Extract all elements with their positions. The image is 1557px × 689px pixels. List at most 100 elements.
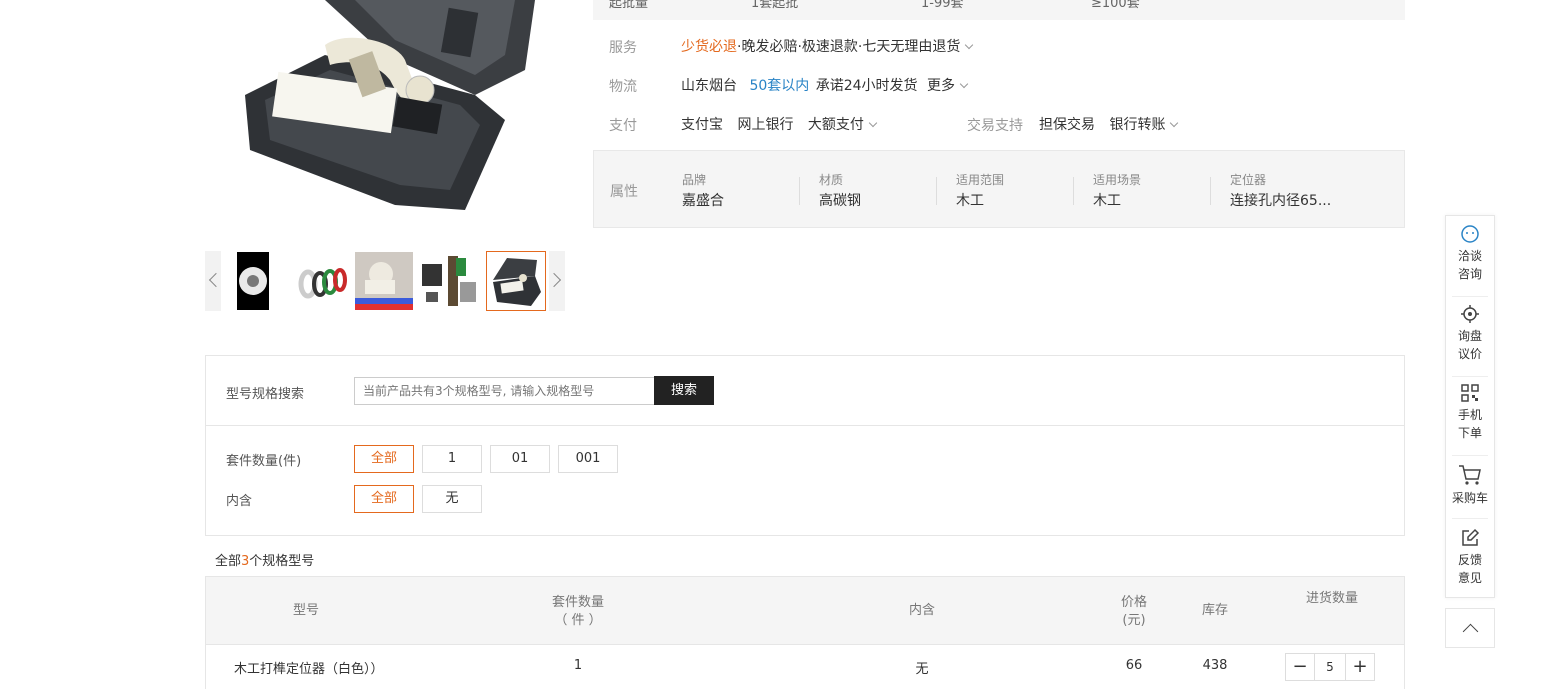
row-price: 66 — [1125, 658, 1143, 673]
include-filter-label: 内含 — [226, 494, 253, 509]
thumbnail[interactable] — [419, 251, 479, 311]
edit-icon — [1462, 528, 1480, 546]
header-price: 价格 (元) — [1109, 594, 1159, 630]
count-prefix: 全部 — [215, 554, 242, 569]
qty-filter-label: 套件数量(件) — [226, 454, 302, 469]
qrcode-icon — [1461, 384, 1479, 402]
tool-case-image — [205, 0, 565, 230]
thumbnail-image — [355, 252, 413, 310]
trade-method: 担保交易 — [1039, 117, 1095, 133]
service-item: ·极速退款 — [797, 39, 858, 55]
arrow-up-icon — [1462, 623, 1479, 640]
thumb-next-button[interactable] — [546, 251, 565, 311]
thumbnail[interactable] — [224, 251, 284, 311]
divider — [799, 177, 800, 205]
qty-option[interactable]: 001 — [558, 445, 618, 473]
payment-label: 支付 — [609, 118, 637, 134]
toolbar-label: 手机 — [1457, 408, 1482, 422]
qty-option-all[interactable]: 全部 — [354, 445, 414, 473]
divider — [1073, 177, 1074, 205]
trade-methods: 担保交易 银行转账 — [1039, 114, 1179, 134]
thumbnail-image — [225, 252, 283, 310]
attribute-scene: 适用场景 木工 — [1093, 171, 1141, 211]
thumbnail-selected[interactable] — [486, 251, 546, 311]
attribute-material: 材质 高碳钢 — [819, 171, 861, 211]
quantity-input[interactable]: 5 — [1314, 654, 1346, 680]
thumbnail-image — [487, 252, 545, 310]
service-list[interactable]: 少货必退·晚发必赔·极速退款·七天无理由退货 — [681, 36, 974, 56]
spec-search-input[interactable] — [354, 377, 654, 405]
chevron-down-icon — [1170, 118, 1179, 128]
chevron-left-icon — [208, 272, 224, 288]
back-to-top-button[interactable] — [1445, 608, 1495, 648]
mobile-order-button[interactable]: 手机 下单 — [1446, 383, 1494, 442]
plus-button[interactable]: + — [1346, 654, 1374, 680]
min-order-label: 起批量 — [609, 0, 649, 11]
spec-search-button[interactable]: 搜索 — [654, 376, 714, 405]
attribute-value: 高碳钢 — [819, 193, 861, 209]
header-price-line2: (元) — [1122, 613, 1146, 628]
chevron-down-icon — [959, 79, 969, 89]
toolbar-label: 下单 — [1457, 426, 1482, 440]
qty-option[interactable]: 1 — [422, 445, 482, 473]
attribute-key: 品牌 — [682, 173, 707, 187]
attribute-key: 定位器 — [1230, 173, 1267, 187]
toolbar-label: 咨询 — [1457, 267, 1482, 281]
attributes-label: 属性 — [610, 184, 638, 200]
trade-method-dropdown[interactable]: 银行转账 — [1109, 117, 1165, 133]
feedback-button[interactable]: 反馈 意见 — [1446, 528, 1494, 587]
thumbnail-image — [420, 252, 478, 310]
qty-option[interactable]: 01 — [490, 445, 550, 473]
divider — [1452, 296, 1488, 297]
header-price-line1: 价格 — [1120, 595, 1147, 610]
trade-support-label: 交易支持 — [967, 118, 1023, 134]
chat-consult-button[interactable]: 洽谈 咨询 — [1446, 224, 1494, 283]
divider — [1452, 376, 1488, 377]
header-model: 型号 — [292, 603, 319, 618]
header-stock: 库存 — [1201, 603, 1228, 618]
toolbar-label: 询盘 — [1457, 329, 1482, 343]
logistics-more-link[interactable]: 更多 — [927, 78, 955, 94]
thumbnail[interactable] — [354, 251, 414, 311]
payment-method-dropdown[interactable]: 大额支付 — [808, 117, 864, 133]
cart-icon — [1459, 465, 1481, 485]
main-product-image[interactable] — [205, 0, 565, 230]
purchase-cart-button[interactable]: 采购车 — [1446, 464, 1494, 507]
toolbar-label: 反馈 — [1457, 553, 1482, 567]
thumbnail-image — [290, 252, 348, 310]
tier2-qty: 1-99套 — [921, 0, 964, 11]
chevron-right-icon — [546, 272, 562, 288]
target-icon — [1461, 305, 1479, 323]
header-order-qty: 进货数量 — [1305, 591, 1358, 606]
service-label: 服务 — [609, 40, 637, 56]
include-option[interactable]: 无 — [422, 485, 482, 513]
row-model: 木工打榫定位器（白色）） — [234, 662, 384, 677]
service-item: 少货必退 — [681, 39, 737, 55]
include-option-all[interactable]: 全部 — [354, 485, 414, 513]
stock-range[interactable]: 50套以内 — [749, 78, 809, 94]
header-qty: 套件数量 （ 件 ） — [528, 594, 628, 630]
thumbnail-strip — [205, 251, 565, 311]
thumbnail[interactable] — [289, 251, 349, 311]
tier3-qty: ≥100套 — [1091, 0, 1140, 11]
attribute-value: 连接孔内径65... — [1230, 193, 1332, 209]
row-stock: 438 — [1202, 658, 1228, 673]
header-qty-line1: 套件数量 — [551, 595, 604, 610]
inquiry-button[interactable]: 询盘 议价 — [1446, 304, 1494, 363]
thumb-prev-button[interactable] — [205, 251, 224, 311]
spec-count: 全部3个规格型号 — [215, 550, 314, 569]
attribute-locator: 定位器 连接孔内径65... — [1230, 171, 1331, 211]
row-include: 无 — [915, 662, 929, 677]
toolbar-label: 意见 — [1457, 571, 1482, 585]
attribute-key: 适用场景 — [1093, 173, 1142, 187]
origin-city: 山东烟台 — [681, 78, 737, 94]
divider — [1452, 455, 1488, 456]
minus-button[interactable]: − — [1286, 654, 1314, 680]
payment-method: 网上银行 — [737, 117, 794, 133]
attribute-value: 木工 — [956, 193, 984, 209]
divider — [206, 425, 1404, 426]
toolbar-label: 采购车 — [1451, 491, 1488, 505]
header-qty-line2: （ 件 ） — [554, 613, 602, 628]
attributes-panel: 属性 品牌 嘉盛合 材质 高碳钢 适用范围 木工 适用场景 木工 定位器 连接孔… — [593, 150, 1405, 228]
ship-promise: 承诺24小时发货 — [815, 78, 918, 94]
